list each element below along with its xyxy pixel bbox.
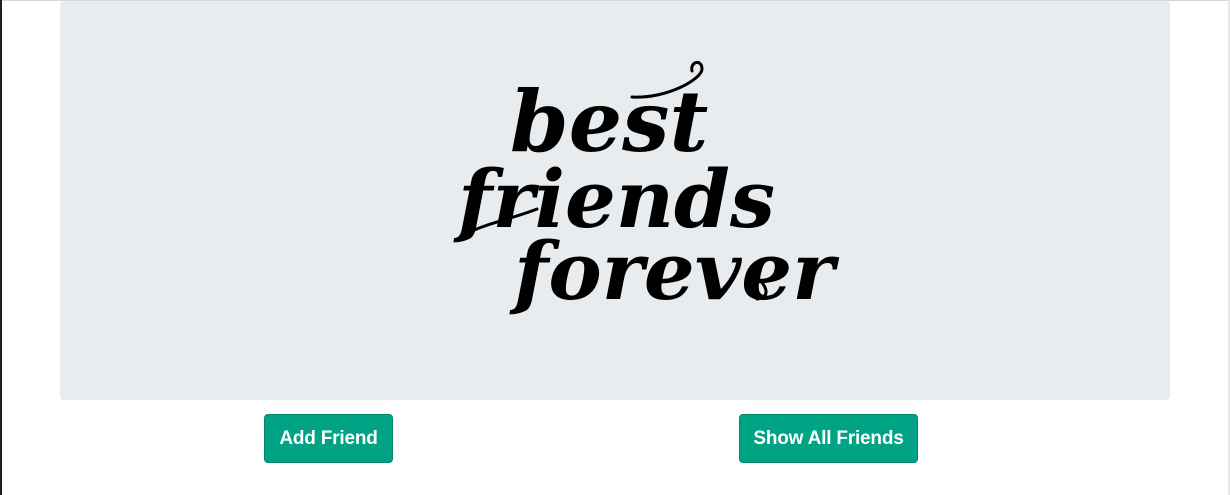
show-all-friends-button[interactable]: Show All Friends bbox=[739, 414, 918, 463]
best-friends-forever-artwork: best friends forever bbox=[452, 59, 839, 345]
art-word-forever: forever bbox=[509, 224, 839, 318]
add-friend-button[interactable]: Add Friend bbox=[264, 414, 393, 463]
page: best friends forever Add Friend Show All… bbox=[0, 0, 1230, 495]
lettering-svg: best friends forever bbox=[453, 61, 839, 318]
hero-banner: best friends forever bbox=[60, 1, 1170, 400]
